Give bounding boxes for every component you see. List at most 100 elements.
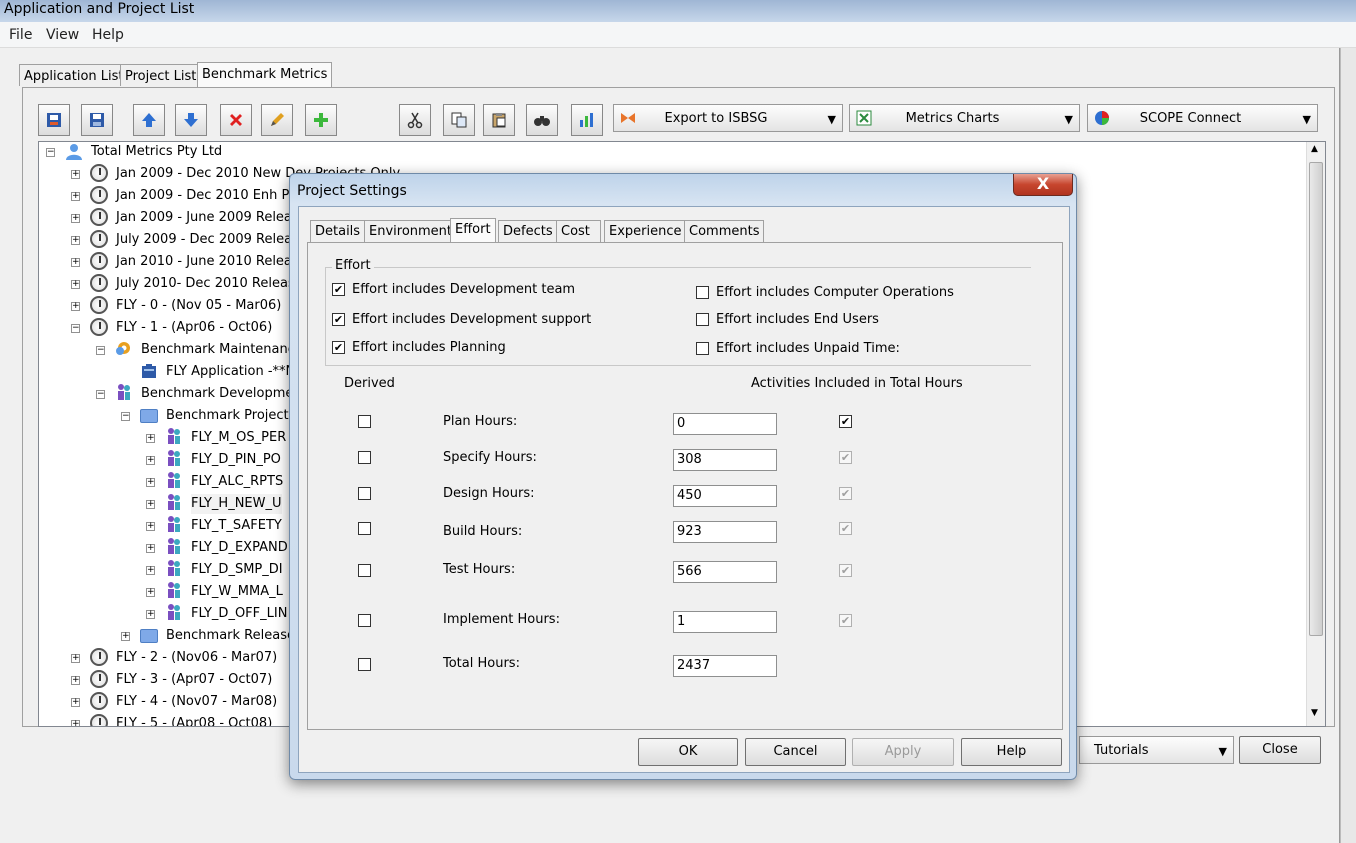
help-button[interactable]: Help: [961, 738, 1062, 766]
tree-scrollbar[interactable]: ▲ ▼: [1306, 142, 1325, 726]
tab-project-list[interactable]: Project List: [120, 64, 202, 86]
menu-file[interactable]: File: [9, 27, 32, 43]
export-isbsg-dropdown[interactable]: Export to ISBSG ▼: [613, 104, 843, 132]
metrics-charts-dropdown[interactable]: Metrics Charts ▼: [849, 104, 1080, 132]
collapse-icon[interactable]: −: [121, 412, 130, 421]
tree-item[interactable]: FLY_D_SMP_DI: [191, 560, 283, 580]
tree-item[interactable]: FLY_ALC_RPTS: [191, 472, 283, 492]
tree-item[interactable]: July 2009 - Dec 2009 Release: [116, 230, 307, 250]
tree-item[interactable]: FLY - 1 - (Apr06 - Oct06): [116, 318, 272, 338]
tree-item[interactable]: FLY - 0 - (Nov 05 - Mar06): [116, 296, 281, 316]
expand-icon[interactable]: +: [71, 258, 80, 267]
menu-view[interactable]: View: [46, 27, 79, 43]
tree-item[interactable]: Benchmark Maintenance: [141, 340, 303, 360]
expand-icon[interactable]: +: [71, 236, 80, 245]
tree-item[interactable]: FLY - 2 - (Nov06 - Mar07): [116, 648, 277, 668]
test-hours-input[interactable]: 566: [673, 561, 777, 583]
tree-item[interactable]: Benchmark Developmen: [141, 384, 302, 404]
expand-icon[interactable]: +: [71, 280, 80, 289]
plan-derived-checkbox[interactable]: [358, 415, 371, 428]
tree-item[interactable]: FLY_D_EXPAND: [191, 538, 288, 558]
close-button[interactable]: Close: [1239, 736, 1321, 764]
test-derived-checkbox[interactable]: [358, 564, 371, 577]
tree-item[interactable]: FLY - 3 - (Apr07 - Oct07): [116, 670, 272, 690]
expand-icon[interactable]: +: [146, 434, 155, 443]
tab-environment[interactable]: Environment: [364, 220, 458, 242]
expand-icon[interactable]: +: [146, 544, 155, 553]
scroll-up-icon[interactable]: ▲: [1311, 144, 1318, 154]
tree-root[interactable]: Total Metrics Pty Ltd: [91, 142, 222, 162]
paste-icon[interactable]: [483, 104, 515, 136]
tree-item[interactable]: FLY_D_OFF_LIN: [191, 604, 287, 624]
total-derived-checkbox[interactable]: [358, 658, 371, 671]
tree-item[interactable]: FLY Application -**N: [166, 362, 295, 382]
save-icon[interactable]: [81, 104, 113, 136]
expand-icon[interactable]: +: [121, 632, 130, 641]
tree-item[interactable]: FLY_W_MMA_L: [191, 582, 283, 602]
add-icon[interactable]: [305, 104, 337, 136]
tree-item[interactable]: FLY_D_PIN_PO: [191, 450, 281, 470]
plan-hours-input[interactable]: 0: [673, 413, 777, 435]
planning-checkbox[interactable]: ✔: [332, 341, 345, 354]
expand-icon[interactable]: +: [71, 192, 80, 201]
cut-icon[interactable]: [399, 104, 431, 136]
tree-item[interactable]: Jan 2010 - June 2010 Release: [116, 252, 307, 272]
close-icon[interactable]: X: [1013, 174, 1073, 196]
tree-item[interactable]: FLY - 5 - (Apr08 - Oct08): [116, 714, 272, 726]
design-hours-input[interactable]: 450: [673, 485, 777, 507]
expand-icon[interactable]: +: [146, 610, 155, 619]
chart-icon[interactable]: [571, 104, 603, 136]
expand-icon[interactable]: +: [71, 720, 80, 726]
scope-connect-dropdown[interactable]: SCOPE Connect ▼: [1087, 104, 1318, 132]
scroll-down-icon[interactable]: ▼: [1311, 708, 1318, 718]
tutorials-dropdown[interactable]: Tutorials ▼: [1079, 736, 1234, 764]
delete-icon[interactable]: [220, 104, 252, 136]
tab-cost[interactable]: Cost: [556, 220, 601, 242]
implement-hours-input[interactable]: 1: [673, 611, 777, 633]
collapse-icon[interactable]: −: [71, 324, 80, 333]
expand-icon[interactable]: +: [146, 500, 155, 509]
open-icon[interactable]: [38, 104, 70, 136]
dev-support-checkbox[interactable]: ✔: [332, 313, 345, 326]
tab-effort[interactable]: Effort: [450, 218, 496, 243]
cancel-button[interactable]: Cancel: [745, 738, 846, 766]
tree-item[interactable]: July 2010- Dec 2010 Release: [116, 274, 303, 294]
expand-icon[interactable]: +: [146, 566, 155, 575]
expand-icon[interactable]: +: [146, 522, 155, 531]
tree-item[interactable]: Jan 2009 - June 2009 Release: [116, 208, 307, 228]
dev-team-checkbox[interactable]: ✔: [332, 283, 345, 296]
tree-item[interactable]: FLY - 4 - (Nov07 - Mar08): [116, 692, 277, 712]
expand-icon[interactable]: +: [146, 478, 155, 487]
plan-included-checkbox[interactable]: ✔: [839, 415, 852, 428]
implement-derived-checkbox[interactable]: [358, 614, 371, 627]
collapse-icon[interactable]: −: [96, 346, 105, 355]
find-icon[interactable]: [526, 104, 558, 136]
expand-icon[interactable]: +: [146, 456, 155, 465]
tab-experience[interactable]: Experience: [604, 220, 687, 242]
specify-derived-checkbox[interactable]: [358, 451, 371, 464]
expand-icon[interactable]: +: [71, 654, 80, 663]
move-down-icon[interactable]: [175, 104, 207, 136]
specify-hours-input[interactable]: 308: [673, 449, 777, 471]
build-derived-checkbox[interactable]: [358, 522, 371, 535]
scroll-thumb[interactable]: [1309, 162, 1323, 636]
tree-item[interactable]: FLY_M_OS_PER: [191, 428, 286, 448]
collapse-icon[interactable]: −: [46, 148, 55, 157]
design-derived-checkbox[interactable]: [358, 487, 371, 500]
tree-item[interactable]: Benchmark Release: [166, 626, 295, 646]
tab-details[interactable]: Details: [310, 220, 366, 242]
build-hours-input[interactable]: 923: [673, 521, 777, 543]
expand-icon[interactable]: +: [71, 676, 80, 685]
edit-icon[interactable]: [261, 104, 293, 136]
tab-benchmark-metrics[interactable]: Benchmark Metrics: [197, 62, 333, 87]
expand-icon[interactable]: +: [71, 170, 80, 179]
tree-item[interactable]: FLY_T_SAFETY: [191, 516, 282, 536]
unpaid-time-checkbox[interactable]: [696, 342, 709, 355]
tree-item[interactable]: FLY_H_NEW_U: [191, 494, 282, 514]
tab-defects[interactable]: Defects: [498, 220, 558, 242]
expand-icon[interactable]: +: [71, 214, 80, 223]
tab-comments[interactable]: Comments: [684, 220, 765, 242]
expand-icon[interactable]: +: [71, 302, 80, 311]
menu-help[interactable]: Help: [92, 27, 124, 43]
move-up-icon[interactable]: [133, 104, 165, 136]
